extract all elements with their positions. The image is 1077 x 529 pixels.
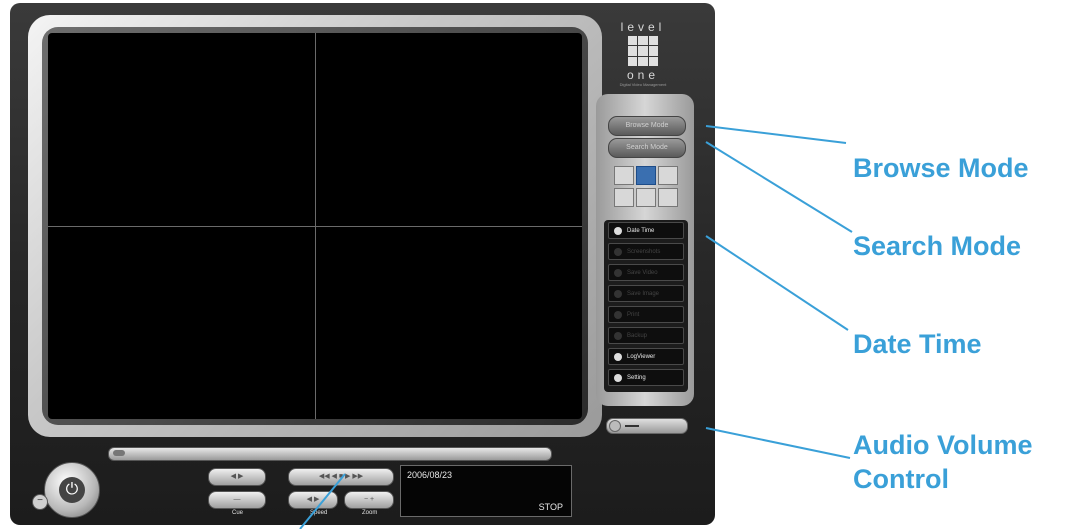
callout-line-datetime (705, 235, 849, 331)
callout-line-browse (705, 125, 847, 144)
callout-line-search (705, 141, 853, 233)
callout-line-volume (705, 427, 851, 459)
callout-audio-volume-1: Audio Volume (853, 430, 1033, 460)
callout-date-time: Date Time (853, 329, 982, 359)
callout-browse-mode: Browse Mode (853, 153, 1029, 183)
callout-line-controls (299, 473, 346, 529)
callout-search-mode: Search Mode (853, 231, 1022, 261)
callout-audio-volume-2: Control (853, 464, 949, 494)
